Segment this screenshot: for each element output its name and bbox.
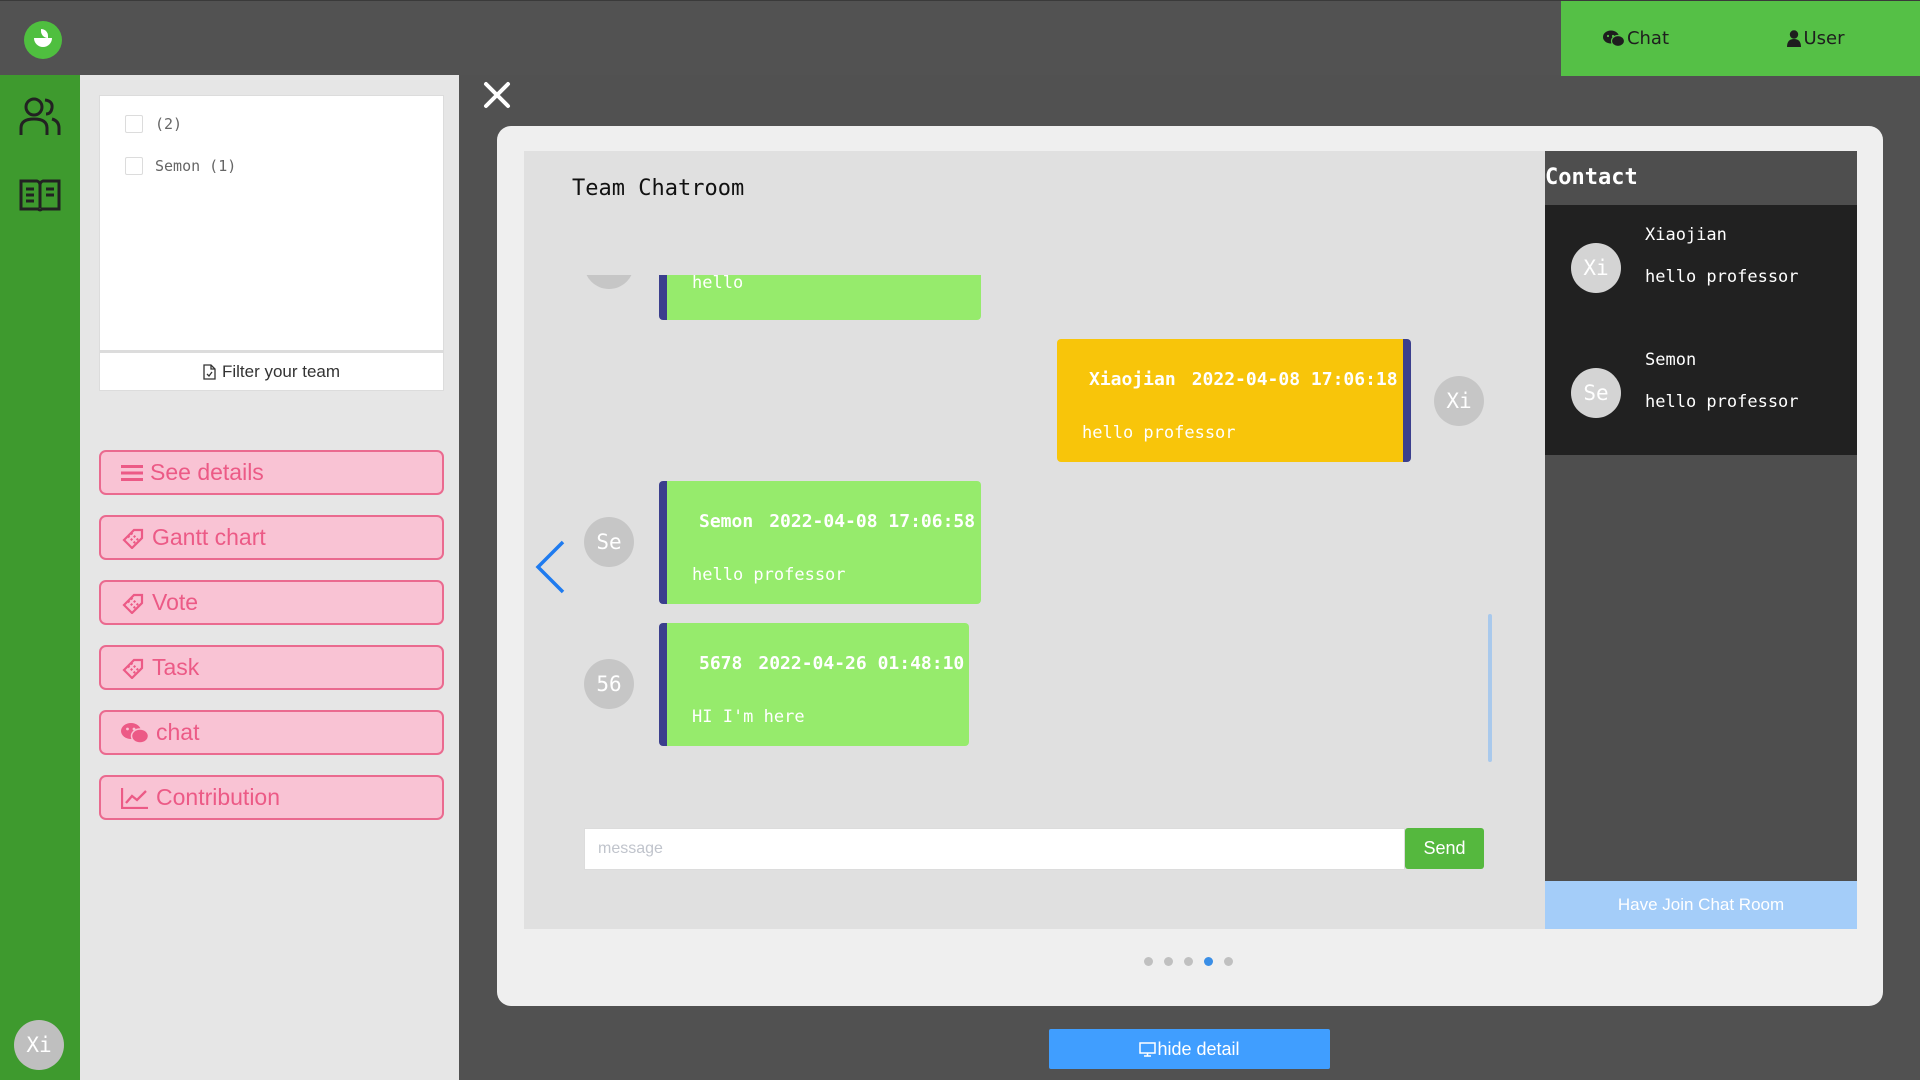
nav-chat-label: Chat bbox=[1626, 28, 1670, 49]
contact-title: Contact bbox=[1545, 165, 1638, 190]
message-meta: Xiaojian 2022-04-08 17:06:18 bbox=[1089, 369, 1398, 390]
message-bubble: 5678 2022-04-26 01:48:10 HI I'm here bbox=[659, 623, 969, 746]
contact-item[interactable]: Se Semon hello professor bbox=[1545, 330, 1857, 455]
contribution-button[interactable]: Contribution bbox=[99, 775, 444, 820]
nav-chat-button[interactable]: Chat bbox=[1561, 1, 1711, 76]
app-logo-icon[interactable] bbox=[24, 21, 62, 59]
chat-button[interactable]: chat bbox=[99, 710, 444, 755]
nav-user-button[interactable]: User bbox=[1741, 1, 1891, 76]
carousel-indicators bbox=[1144, 957, 1244, 966]
ticket-icon bbox=[122, 658, 144, 679]
task-button[interactable]: Task bbox=[99, 645, 444, 690]
join-chat-room-button[interactable]: Have Join Chat Room bbox=[1545, 881, 1857, 929]
contact-last-message: hello professor bbox=[1645, 392, 1799, 412]
team-filter-list: (2) Semon (1) bbox=[99, 95, 444, 351]
wechat-icon bbox=[1602, 30, 1625, 47]
line-chart-icon bbox=[121, 787, 148, 809]
message-sender: Xiaojian bbox=[1089, 369, 1176, 390]
send-button[interactable]: Send bbox=[1405, 828, 1484, 869]
team-checkbox[interactable] bbox=[125, 115, 143, 133]
top-bar: Chat User bbox=[0, 0, 1920, 76]
vote-label: Vote bbox=[152, 589, 199, 615]
current-user-avatar[interactable]: Xi bbox=[14, 1020, 64, 1070]
ticket-icon bbox=[122, 593, 144, 614]
hide-detail-label: hide detail bbox=[1157, 1038, 1240, 1059]
carousel-dot[interactable] bbox=[1224, 957, 1233, 966]
message-text: hello professor bbox=[1082, 423, 1236, 443]
message-list: hello Xiaojian 2022-04-08 17:06:18 hello … bbox=[524, 275, 1545, 775]
team-checkbox[interactable] bbox=[125, 157, 143, 175]
message-input[interactable] bbox=[584, 828, 1405, 870]
team-option[interactable]: (2) bbox=[125, 115, 182, 133]
contact-last-message: hello professor bbox=[1645, 267, 1799, 287]
message-avatar: Xi bbox=[1434, 376, 1484, 426]
message-time: 2022-04-08 17:06:58 bbox=[769, 511, 976, 532]
see-details-button[interactable]: See details bbox=[99, 450, 444, 495]
message-bubble: Semon 2022-04-08 17:06:58 hello professor bbox=[659, 481, 981, 604]
message-meta: 5678 2022-04-26 01:48:10 bbox=[699, 653, 964, 674]
contact-name: Xiaojian bbox=[1645, 225, 1727, 245]
filter-team-button[interactable]: Filter your team bbox=[99, 351, 444, 391]
team-option[interactable]: Semon (1) bbox=[125, 157, 236, 175]
side-panel: (2) Semon (1) Filter your team See detai… bbox=[80, 75, 459, 1080]
message-scrollbar[interactable] bbox=[1488, 614, 1492, 762]
team-option-label: Semon (1) bbox=[155, 157, 237, 175]
left-rail bbox=[0, 75, 80, 1080]
contact-list: Xi Xiaojian hello professor Se Semon hel… bbox=[1545, 205, 1857, 455]
filter-team-label: Filter your team bbox=[221, 361, 341, 381]
message-bubble-own: Xiaojian 2022-04-08 17:06:18 hello profes… bbox=[1057, 339, 1411, 462]
list-icon bbox=[121, 464, 143, 481]
team-option-label: (2) bbox=[155, 115, 183, 133]
message-text: hello bbox=[692, 275, 744, 293]
chat-label: chat bbox=[156, 719, 200, 745]
ticket-icon bbox=[122, 528, 144, 549]
contact-name: Semon bbox=[1645, 350, 1697, 370]
contact-item[interactable]: Xi Xiaojian hello professor bbox=[1545, 205, 1857, 330]
message-sender: 5678 bbox=[699, 653, 743, 674]
nav-user-label: User bbox=[1803, 28, 1845, 49]
hide-detail-button[interactable]: hide detail bbox=[1049, 1029, 1330, 1069]
gantt-chart-button[interactable]: Gantt chart bbox=[99, 515, 444, 560]
message-bubble: hello bbox=[659, 275, 981, 320]
message-sender: Semon bbox=[699, 511, 754, 532]
monitor-icon bbox=[1139, 1041, 1157, 1057]
message-text: HI I'm here bbox=[692, 707, 805, 727]
user-icon bbox=[1787, 30, 1802, 47]
carousel-dot[interactable] bbox=[1164, 957, 1173, 966]
close-icon[interactable] bbox=[482, 80, 512, 110]
contact-avatar: Se bbox=[1571, 368, 1621, 418]
carousel-dot[interactable] bbox=[1144, 957, 1153, 966]
message-avatar: Se bbox=[584, 517, 634, 567]
message-meta: Semon 2022-04-08 17:06:58 bbox=[699, 511, 975, 532]
message-time: 2022-04-26 01:48:10 bbox=[758, 653, 965, 674]
see-details-label: See details bbox=[150, 459, 264, 485]
message-avatar bbox=[584, 275, 634, 289]
contact-panel: Contact Xi Xiaojian hello professor Se S… bbox=[1545, 151, 1857, 929]
wechat-icon bbox=[121, 722, 149, 744]
message-text: hello professor bbox=[692, 565, 846, 585]
message-avatar: 56 bbox=[584, 659, 634, 709]
carousel-dot-active[interactable] bbox=[1204, 957, 1213, 966]
contribution-label: Contribution bbox=[156, 784, 281, 810]
task-label: Task bbox=[152, 654, 200, 680]
gantt-chart-label: Gantt chart bbox=[152, 524, 266, 550]
message-time: 2022-04-08 17:06:18 bbox=[1191, 369, 1398, 390]
team-icon[interactable] bbox=[19, 95, 61, 137]
carousel-dot[interactable] bbox=[1184, 957, 1193, 966]
book-icon[interactable] bbox=[19, 173, 61, 215]
document-icon bbox=[203, 363, 216, 380]
chat-title: Team Chatroom bbox=[572, 176, 745, 201]
top-nav: Chat User bbox=[1561, 1, 1920, 76]
contact-avatar: Xi bbox=[1571, 243, 1621, 293]
vote-button[interactable]: Vote bbox=[99, 580, 444, 625]
